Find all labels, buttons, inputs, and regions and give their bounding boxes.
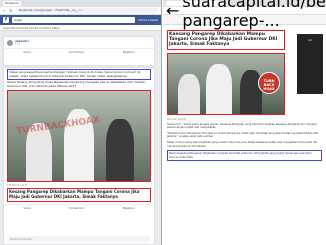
share-button[interactable]: Bagikan bbox=[123, 50, 135, 54]
article-paragraph: Suara.com - Sosok putra bungsu Jokowi, K… bbox=[167, 122, 317, 130]
link-preview-image[interactable]: TURNBACKHOAX bbox=[7, 90, 151, 183]
reload-icon[interactable]: ↻ bbox=[9, 8, 12, 13]
feed-post-shared-link: Siapa yang sepertinya pemandangan? Jokow… bbox=[3, 67, 155, 245]
share-button[interactable]: Bagikan bbox=[123, 206, 135, 210]
comment-button[interactable]: Komentari bbox=[69, 206, 84, 210]
link-source: KATADATA.CO.ID bbox=[7, 184, 28, 188]
back-icon[interactable]: ← bbox=[166, 1, 179, 20]
facebook-logo-icon[interactable]: f bbox=[3, 17, 9, 23]
article-title: Kaesang Pangarep Dikabarkan Mampu Tangan… bbox=[167, 30, 285, 50]
post-actions: Suka Komentari Bagikan bbox=[4, 203, 154, 211]
like-button[interactable]: Suka bbox=[23, 50, 30, 54]
article-image[interactable]: TURN BACK HOAX bbox=[167, 52, 285, 115]
header-nav[interactable]: Home Create bbox=[138, 18, 158, 22]
article-window: ← suaracapital.id/berita/kesang-pangarep… bbox=[163, 0, 326, 245]
post-caption-highlighted: Siapa yang sepertinya pemandangan? Jokow… bbox=[7, 69, 151, 81]
feed-post: anjasdri 1 hr Suka Komentari Bagikan bbox=[3, 36, 155, 66]
like-button[interactable]: Suka bbox=[23, 206, 30, 210]
avatar[interactable] bbox=[7, 39, 13, 46]
post-actions: Suka Komentari Bagikan bbox=[4, 48, 154, 55]
post-header: anjasdri 1 hr bbox=[4, 37, 154, 48]
search-input[interactable]: anjas bbox=[12, 17, 136, 23]
link-title[interactable]: Kesang Pangarep Dikabarkan Mampu Tangani… bbox=[7, 188, 151, 202]
comment-input[interactable]: Tulis komentar... bbox=[7, 236, 151, 242]
article-paragraph: Kabar Corona yang ada di Jakarta yang su… bbox=[167, 140, 317, 148]
comment-button[interactable]: Komentari bbox=[69, 50, 84, 54]
back-icon[interactable]: ← bbox=[3, 8, 6, 13]
url-field[interactable]: suaracapital.id/berita/kesang-pangarep-.… bbox=[182, 0, 326, 30]
url-field[interactable]: facebook.com/groups/...?fref=nf&__tn__=.… bbox=[15, 8, 158, 13]
address-bar: ← ↻ facebook.com/groups/...?fref=nf&__tn… bbox=[0, 7, 161, 15]
person-figure bbox=[106, 119, 134, 182]
facebook-header: f anjas Home Create bbox=[0, 15, 161, 25]
person-figure bbox=[178, 73, 200, 114]
hoax-stamp: TURN BACK HOAX bbox=[258, 71, 280, 94]
address-bar: ← suaracapital.id/berita/kesang-pangarep… bbox=[163, 0, 326, 30]
facebook-window: facebook ← ↻ facebook.com/groups/...?fre… bbox=[0, 0, 162, 245]
post-caption: Tanpa tedeng aling-aling Anies Baswedan … bbox=[7, 80, 146, 88]
bookmarks-bar: Apps Bookmarks Gmail YouTube Maps bbox=[0, 25, 161, 31]
tab-strip: facebook bbox=[0, 0, 161, 7]
screen: facebook ← ↻ facebook.com/groups/...?fre… bbox=[0, 0, 326, 245]
article-paragraph: "Bersama dan menemani? Dia saat ini masi… bbox=[167, 131, 319, 139]
article-paragraph-highlighted: Nama Kaesang Pangarep dikabarkan menjadi… bbox=[167, 150, 322, 162]
tab-facebook[interactable]: facebook bbox=[3, 1, 21, 6]
article-byline: Penulis: Admin bbox=[167, 117, 187, 121]
sidebar-ad[interactable]: Ad bbox=[297, 34, 323, 94]
post-time[interactable]: 1 hr bbox=[15, 43, 29, 46]
person-figure bbox=[206, 63, 232, 114]
